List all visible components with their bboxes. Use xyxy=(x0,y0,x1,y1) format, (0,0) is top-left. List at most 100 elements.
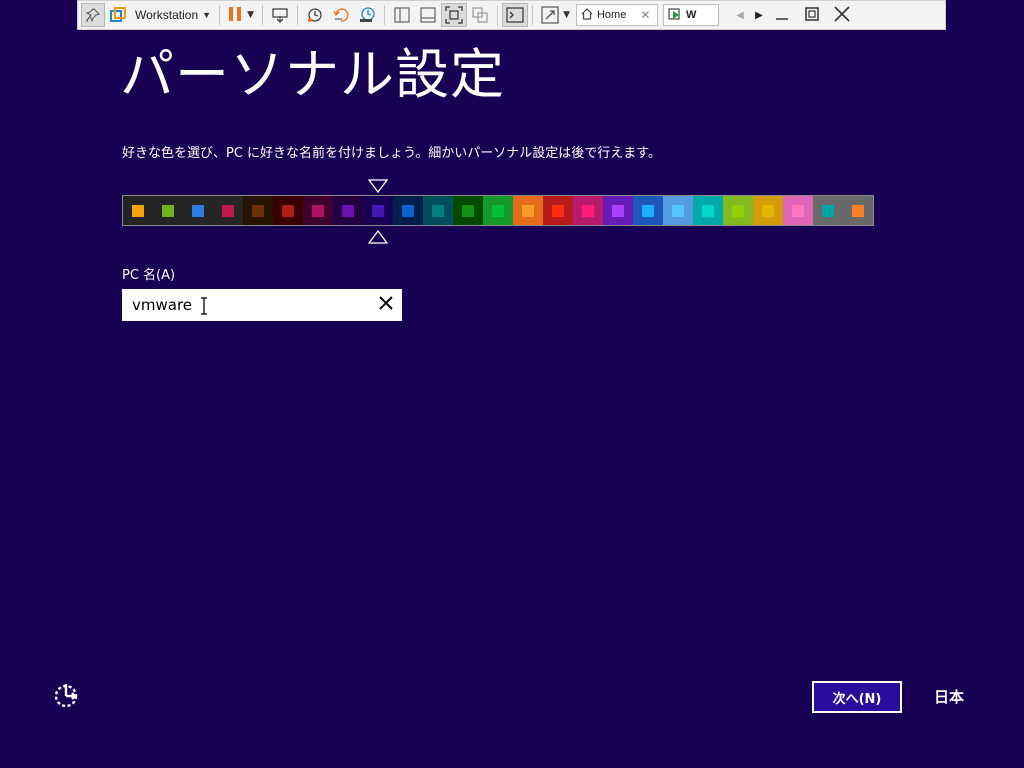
color-swatch[interactable] xyxy=(483,196,513,225)
color-swatch[interactable] xyxy=(123,196,153,225)
restore-icon xyxy=(804,6,820,25)
color-swatch-chip xyxy=(222,204,234,217)
chevron-down-icon[interactable]: ▼ xyxy=(563,10,570,20)
toolbar-divider xyxy=(297,5,299,25)
selected-color-marker-bottom xyxy=(367,229,389,244)
chevron-down-icon: ▼ xyxy=(247,10,255,20)
home-icon xyxy=(581,7,593,23)
clear-text-button[interactable] xyxy=(376,295,396,315)
clear-icon xyxy=(378,295,394,315)
vmware-logo-icon xyxy=(110,7,126,23)
color-swatch-chip xyxy=(582,204,594,217)
color-swatch-chip xyxy=(642,204,654,217)
take-snapshot-button[interactable] xyxy=(302,3,328,27)
close-button[interactable] xyxy=(827,3,857,27)
close-tab-icon[interactable]: ✕ xyxy=(640,8,650,22)
color-swatch[interactable] xyxy=(543,196,573,225)
color-swatch[interactable] xyxy=(693,196,723,225)
vmware-toolbar: Workstation ▼ ▼ ▼ Home ✕ W ◀ ▶ xyxy=(77,0,946,30)
tab-vm[interactable]: W xyxy=(662,4,719,26)
color-swatch[interactable] xyxy=(453,196,483,225)
page-description: 好きな色を選び、PC に好きな名前を付けましょう。細かいパーソナル設定は後で行え… xyxy=(122,146,661,161)
snapshot-manager-button[interactable] xyxy=(354,3,380,27)
tab-scroll-left[interactable]: ◀ xyxy=(729,3,751,27)
color-swatch-chip xyxy=(342,204,354,217)
snapshot-manager-icon xyxy=(358,6,376,24)
color-swatch[interactable] xyxy=(813,196,843,225)
pc-name-field xyxy=(122,289,402,321)
full-screen-icon xyxy=(445,6,463,24)
color-swatch[interactable] xyxy=(783,196,813,225)
color-swatch[interactable] xyxy=(843,196,873,225)
color-swatch-chip xyxy=(372,204,384,217)
color-swatch[interactable] xyxy=(573,196,603,225)
color-swatch[interactable] xyxy=(153,196,183,225)
ease-of-access-button[interactable] xyxy=(50,682,82,712)
color-swatch[interactable] xyxy=(393,196,423,225)
color-swatch-chip xyxy=(552,204,564,217)
pause-icon xyxy=(228,6,242,25)
color-swatch-chip xyxy=(822,204,834,217)
library-panel-icon xyxy=(393,7,411,23)
color-swatch[interactable] xyxy=(333,196,363,225)
workstation-menu[interactable]: Workstation ▼ xyxy=(131,3,215,27)
color-swatch-chip xyxy=(492,204,504,217)
color-swatch[interactable] xyxy=(633,196,663,225)
color-swatch[interactable] xyxy=(303,196,333,225)
vmware-logo xyxy=(105,3,131,27)
color-swatch-chip xyxy=(252,204,264,217)
unity-button[interactable] xyxy=(467,3,493,27)
color-swatch-chip xyxy=(162,204,174,217)
color-swatch[interactable] xyxy=(753,196,783,225)
color-swatch[interactable] xyxy=(273,196,303,225)
tab-vm-label: W xyxy=(685,9,697,21)
color-swatch[interactable] xyxy=(603,196,633,225)
toolbar-divider xyxy=(262,5,264,25)
show-thumbnail-bar-button[interactable] xyxy=(415,3,441,27)
color-swatch-chip xyxy=(762,204,774,217)
pin-toolbar-button[interactable] xyxy=(81,3,105,27)
color-swatch[interactable] xyxy=(663,196,693,225)
revert-snapshot-button[interactable] xyxy=(328,3,354,27)
tab-home[interactable]: Home ✕ xyxy=(575,4,658,26)
color-swatch-chip xyxy=(792,204,804,217)
stretch-guest-button[interactable] xyxy=(537,3,563,27)
color-swatch[interactable] xyxy=(513,196,543,225)
pc-name-input[interactable] xyxy=(122,290,362,320)
toolbar-divider xyxy=(219,5,221,25)
color-swatch-chip xyxy=(192,204,204,217)
toolbar-divider xyxy=(384,5,386,25)
console-view-button[interactable] xyxy=(502,3,529,27)
minimize-icon xyxy=(774,6,790,25)
color-swatch[interactable] xyxy=(723,196,753,225)
restore-button[interactable] xyxy=(797,3,827,27)
next-button[interactable]: 次へ(N) xyxy=(812,681,902,713)
pin-icon xyxy=(86,8,100,22)
toolbar-divider xyxy=(532,5,534,25)
color-swatch-chip xyxy=(282,204,294,217)
color-swatch[interactable] xyxy=(213,196,243,225)
color-swatch-chip xyxy=(522,204,534,217)
color-swatch-chip xyxy=(402,204,414,217)
language-indicator[interactable]: 日本 xyxy=(934,686,964,707)
full-screen-button[interactable] xyxy=(441,3,468,27)
pause-button[interactable]: ▼ xyxy=(224,3,258,27)
send-ctrl-alt-del-button[interactable] xyxy=(267,3,293,27)
page-title: パーソナル設定 xyxy=(120,43,505,106)
revert-snapshot-icon xyxy=(332,6,350,24)
minimize-button[interactable] xyxy=(767,3,797,27)
toolbar-divider xyxy=(497,5,499,25)
color-swatch[interactable] xyxy=(183,196,213,225)
pc-name-label: PC 名(A) xyxy=(122,268,176,283)
color-swatch-selected[interactable] xyxy=(363,196,393,225)
color-swatch[interactable] xyxy=(243,196,273,225)
send-keys-icon xyxy=(271,7,289,23)
show-library-button[interactable] xyxy=(389,3,415,27)
stretch-icon xyxy=(541,6,559,24)
color-swatch-chip xyxy=(312,204,324,217)
snapshot-icon xyxy=(306,6,324,24)
chevron-down-icon: ▼ xyxy=(202,10,212,20)
color-swatch[interactable] xyxy=(423,196,453,225)
tab-scroll-right[interactable]: ▶ xyxy=(751,3,767,27)
color-swatch-strip xyxy=(122,195,874,226)
